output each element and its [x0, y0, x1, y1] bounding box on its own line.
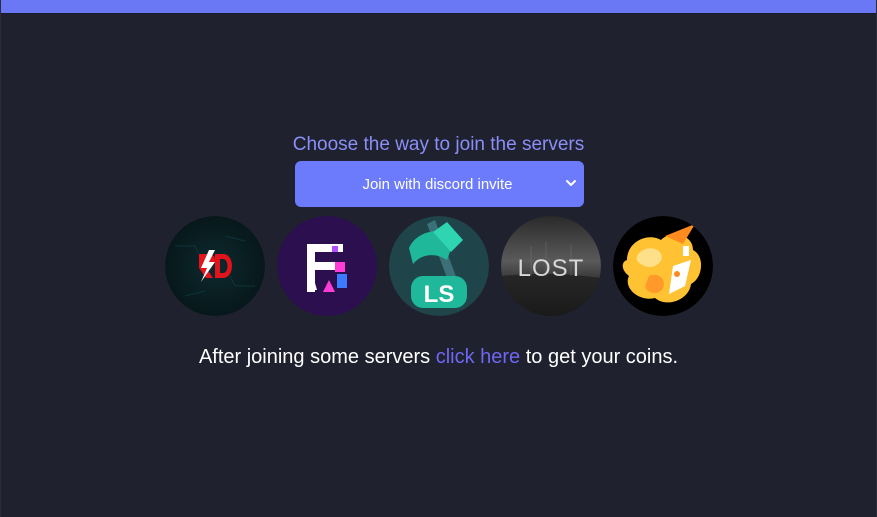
server-ls[interactable]: LS [389, 216, 489, 316]
page: Choose the way to join the servers Join … [0, 0, 877, 517]
purple-f-logo-icon [277, 216, 377, 316]
rd-lightning-icon [165, 216, 265, 316]
lost-logo-icon: LOST [501, 216, 601, 316]
join-method-select[interactable]: Join with discord invite [295, 161, 584, 207]
orange-abstract-logo-icon [613, 216, 713, 316]
footer-message: After joining some servers click here to… [1, 346, 876, 369]
chevron-down-icon [566, 180, 576, 186]
svg-text:LS: LS [424, 281, 455, 308]
footer-text-after: to get your coins. [520, 346, 679, 368]
server-list: LS LOST [165, 216, 716, 316]
join-method-prompt: Choose the way to join the servers [292, 134, 585, 155]
server-purple-f[interactable] [277, 216, 377, 316]
get-coins-link[interactable]: click here [436, 346, 520, 368]
server-orange-abstract[interactable] [613, 216, 713, 316]
svg-text:LOST: LOST [518, 255, 585, 282]
join-method-selected-value: Join with discord invite [362, 175, 513, 193]
footer-text-before: After joining some servers [198, 346, 436, 368]
ls-axe-logo-icon: LS [389, 216, 489, 316]
server-lost[interactable]: LOST [501, 216, 601, 316]
server-rd[interactable] [165, 216, 265, 316]
top-accent-bar [1, 0, 876, 14]
